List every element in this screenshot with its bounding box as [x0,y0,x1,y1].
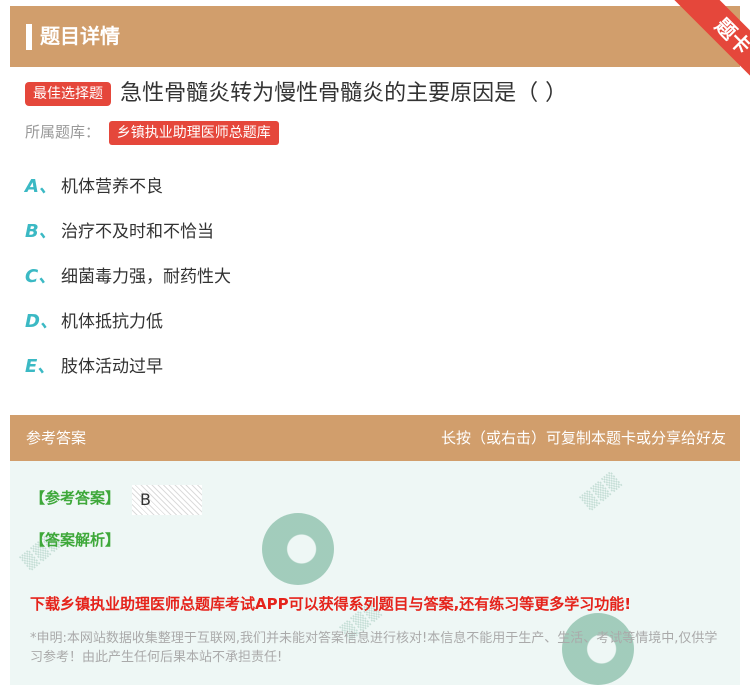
analysis-label: 【答案解析】 [30,531,121,549]
option-a[interactable]: A、 机体营养不良 [25,172,231,217]
option-e[interactable]: E、 肢体活动过早 [25,352,231,397]
option-letter: C、 [25,266,57,287]
header-title: 题目详情 [40,24,120,48]
bank-link[interactable]: 乡镇执业助理医师总题库 [108,121,279,145]
download-app-link[interactable]: 下载乡镇执业助理医师总题库考试APP可以获得系列题目与答案,还有练习等更多学习功… [30,593,631,614]
answer-value: B [132,485,202,515]
share-hint: 长按（或右击）可复制本题卡或分享给好友 [440,429,726,447]
option-text: 细菌毒力强，耐药性大 [61,267,231,287]
header-accent-bar [26,24,32,50]
ribbon-label: 题卡 [668,0,750,90]
answer-header: 参考答案 长按（或右击）可复制本题卡或分享给好友 [10,415,740,461]
question-text: 急性骨髓炎转为慢性骨髓炎的主要原因是（ ） [120,81,568,106]
question-type-tag: 最佳选择题 [25,82,111,106]
corner-ribbon: 题卡 [650,0,750,90]
answer-section-title: 参考答案 [26,429,87,447]
option-letter: D、 [25,311,58,332]
option-letter: A、 [25,176,57,197]
option-text: 机体营养不良 [61,177,163,197]
disclaimer-text: *申明:本网站数据收集整理于互联网,我们并未能对答案信息进行核对!本信息不能用于… [30,631,718,665]
options-list: A、 机体营养不良 B、 治疗不及时和不恰当 C、 细菌毒力强，耐药性大 D、 机体抵抗… [25,172,231,397]
option-letter: E、 [25,356,56,377]
option-text: 机体抵抗力低 [61,312,163,332]
option-d[interactable]: D、 机体抵抗力低 [25,307,231,352]
question-bank-row: 所属题库： 乡镇执业助理医师总题库 [25,121,279,145]
watermark-logo-icon [262,513,334,585]
watermark-icon: ▒▒▒ [578,469,625,512]
option-text: 治疗不及时和不恰当 [61,222,214,242]
option-b[interactable]: B、 治疗不及时和不恰当 [25,217,231,262]
option-c[interactable]: C、 细菌毒力强，耐药性大 [25,262,231,307]
bank-label: 所属题库： [25,123,101,141]
option-text: 肢体活动过早 [61,357,163,377]
question-row: 最佳选择题 急性骨髓炎转为慢性骨髓炎的主要原因是（ ） [25,78,740,110]
answer-body: ▒▒▒ ▒▒▒ ▒▒▒ 【参考答案】 B 【答案解析】 下载乡镇执业助理医师总题… [10,461,740,685]
answer-label: 【参考答案】 [30,489,121,507]
option-letter: B、 [25,221,57,242]
detail-header: 题目详情 [10,6,740,67]
